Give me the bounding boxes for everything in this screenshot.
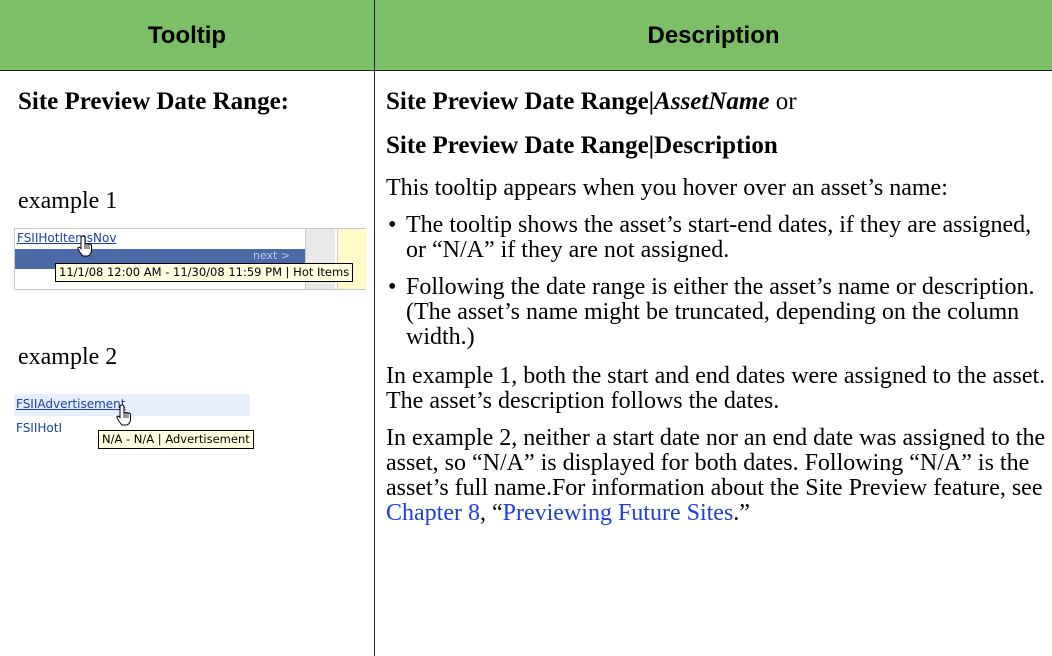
- chapter-link[interactable]: Chapter 8: [386, 500, 480, 526]
- tooltip-example-2: N/A - N/A | Advertisement: [98, 430, 254, 449]
- asset-link-hot-items[interactable]: FSIIHotI: [16, 421, 62, 435]
- description-column: Site Preview Date Range|AssetName or Sit…: [386, 86, 1052, 526]
- link-separator: , “: [479, 500, 503, 526]
- heading-or: or: [769, 88, 797, 115]
- example-2-paragraph: In example 2, neither a start date nor a…: [386, 426, 1052, 526]
- example-1-label: example 1: [18, 188, 118, 214]
- header-tooltip: Tooltip: [147, 21, 227, 49]
- tooltip-column: Site Preview Date Range:: [18, 86, 366, 118]
- bullet-item: The tooltip shows the asset’s start-end …: [386, 213, 1052, 263]
- asset-link-advertisement[interactable]: FSIIAdvertisement: [16, 397, 125, 411]
- link-end: .”: [733, 500, 750, 526]
- intro-paragraph: This tooltip appears when you hover over…: [386, 175, 948, 201]
- next-link[interactable]: next >: [253, 249, 290, 262]
- hand-cursor-icon: [116, 404, 131, 426]
- example-2-screenshot: FSIIAdvertisement FSIIHotI N/A - N/A | A…: [14, 394, 254, 458]
- description-heading-1: Site Preview Date Range|AssetName or: [386, 86, 1052, 118]
- column-divider: [374, 0, 375, 656]
- example-2-label: example 2: [18, 344, 118, 370]
- paragraph-text: In example 2, neither a start date nor a…: [386, 425, 1046, 501]
- heading-italic-part: AssetName: [654, 88, 770, 115]
- asset-link-hot-items-nov[interactable]: FSIIHotItemsNov: [17, 231, 116, 245]
- example-1-paragraph: In example 1, both the start and end dat…: [386, 363, 1046, 414]
- tooltip-heading: Site Preview Date Range:: [18, 88, 289, 115]
- document-page: Tooltip Description Site Preview Date Ra…: [0, 0, 1052, 656]
- tooltip-example-1: 11/1/08 12:00 AM - 11/30/08 11:59 PM | H…: [55, 263, 354, 282]
- table-header: Tooltip Description: [0, 0, 1052, 71]
- example-1-screenshot: FSIIHotItemsNov next > 11/1/08 12:00 AM …: [14, 228, 367, 290]
- section-link[interactable]: Previewing Future Sites: [503, 500, 734, 526]
- description-heading-2: Site Preview Date Range|Description: [386, 132, 778, 159]
- hand-cursor-icon: [77, 235, 92, 257]
- heading-bold-part: Site Preview Date Range|: [386, 88, 655, 115]
- bullet-item: Following the date range is either the a…: [386, 275, 1052, 350]
- header-description: Description: [647, 21, 780, 49]
